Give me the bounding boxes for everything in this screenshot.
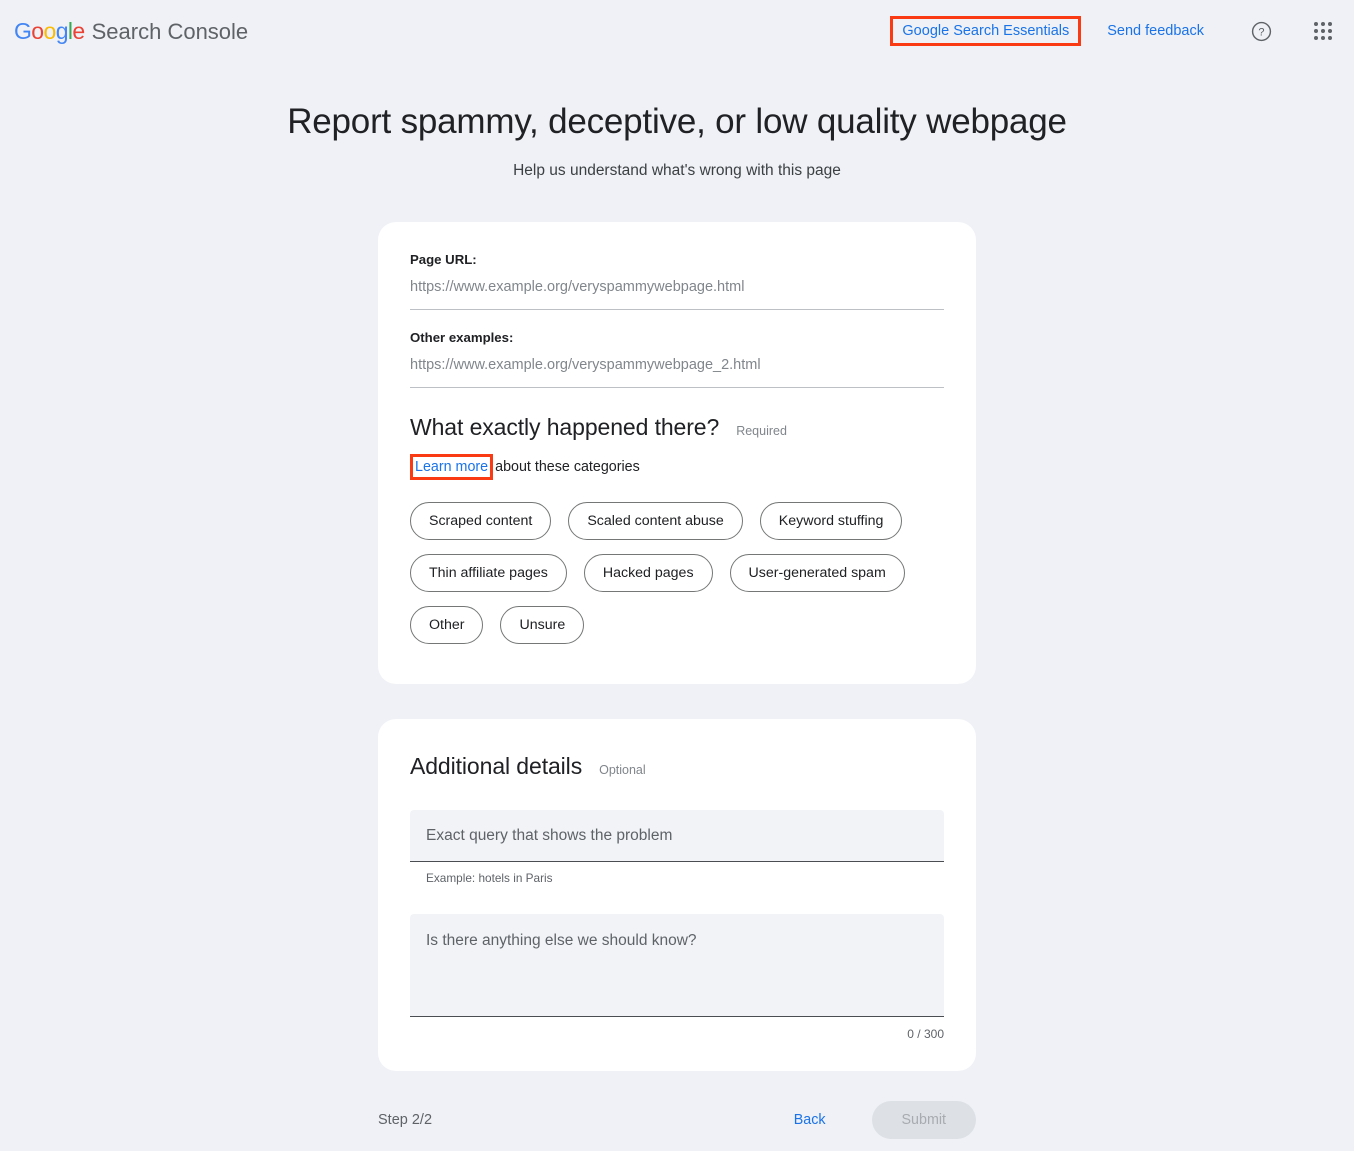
report-card: Page URL: https://www.example.org/verysp…	[378, 222, 976, 684]
chip-scaled-content-abuse[interactable]: Scaled content abuse	[568, 502, 742, 540]
annotation-box-learn-more: Learn more	[410, 454, 493, 480]
svg-text:?: ?	[1258, 26, 1264, 38]
query-helper-text: Example: hotels in Paris	[426, 871, 944, 885]
page-title: Report spammy, deceptive, or low quality…	[0, 102, 1354, 142]
learn-more-link[interactable]: Learn more	[415, 459, 488, 475]
chip-scraped-content[interactable]: Scraped content	[410, 502, 551, 540]
chip-hacked-pages[interactable]: Hacked pages	[584, 554, 713, 592]
submit-button[interactable]: Submit	[872, 1101, 977, 1139]
logo-letter-o2: o	[44, 18, 56, 44]
step-indicator: Step 2/2	[378, 1112, 432, 1128]
apps-grid-icon[interactable]	[1314, 22, 1332, 40]
chip-other[interactable]: Other	[410, 606, 483, 644]
brand: Google Search Console	[14, 18, 248, 45]
annotation-box-essentials: Google Search Essentials	[890, 16, 1081, 47]
page-subtitle: Help us understand what's wrong with thi…	[0, 162, 1354, 180]
details-header: Additional details Optional	[410, 753, 944, 780]
help-circle-icon: ?	[1250, 20, 1273, 43]
category-chip-group: Scraped content Scaled content abuse Key…	[410, 502, 910, 644]
other-examples-value: https://www.example.org/veryspammywebpag…	[410, 357, 944, 388]
page-url-label: Page URL:	[410, 252, 944, 267]
question-title: What exactly happened there?	[410, 414, 719, 441]
header-actions: Google Search Essentials Send feedback ?	[890, 14, 1336, 48]
page-url-field: Page URL: https://www.example.org/verysp…	[410, 252, 944, 310]
help-button[interactable]: ?	[1244, 14, 1278, 48]
learn-more-row: Learn more about these categories	[410, 457, 944, 477]
logo-letter-g1: G	[14, 18, 31, 44]
app-header: Google Search Console Google Search Esse…	[0, 0, 1354, 62]
required-tag: Required	[736, 424, 787, 438]
chip-thin-affiliate-pages[interactable]: Thin affiliate pages	[410, 554, 567, 592]
other-examples-label: Other examples:	[410, 330, 944, 345]
chip-user-generated-spam[interactable]: User-generated spam	[730, 554, 905, 592]
google-search-essentials-link[interactable]: Google Search Essentials	[902, 24, 1069, 39]
back-button[interactable]: Back	[788, 1104, 832, 1136]
chip-unsure[interactable]: Unsure	[500, 606, 584, 644]
send-feedback-link[interactable]: Send feedback	[1107, 23, 1204, 39]
logo-letter-g2: g	[56, 18, 68, 44]
query-input[interactable]: Exact query that shows the problem	[410, 810, 944, 862]
other-examples-field: Other examples: https://www.example.org/…	[410, 330, 944, 388]
learn-more-tail-text: about these categories	[495, 459, 640, 475]
logo-letter-o1: o	[31, 18, 43, 44]
optional-tag: Optional	[599, 763, 646, 777]
logo-letter-e: e	[72, 18, 84, 44]
additional-details-card: Additional details Optional Exact query …	[378, 719, 976, 1071]
character-counter: 0 / 300	[410, 1027, 944, 1041]
details-title: Additional details	[410, 753, 582, 780]
product-name: Search Console	[92, 19, 249, 45]
page-url-value: https://www.example.org/veryspammywebpag…	[410, 279, 944, 310]
google-logo: Google	[14, 18, 85, 45]
notes-textarea[interactable]: Is there anything else we should know?	[410, 914, 944, 1017]
footer-actions: Back Submit	[788, 1101, 976, 1139]
question-header: What exactly happened there? Required	[410, 414, 944, 441]
form-footer: Step 2/2 Back Submit	[378, 1089, 976, 1151]
chip-keyword-stuffing[interactable]: Keyword stuffing	[760, 502, 903, 540]
